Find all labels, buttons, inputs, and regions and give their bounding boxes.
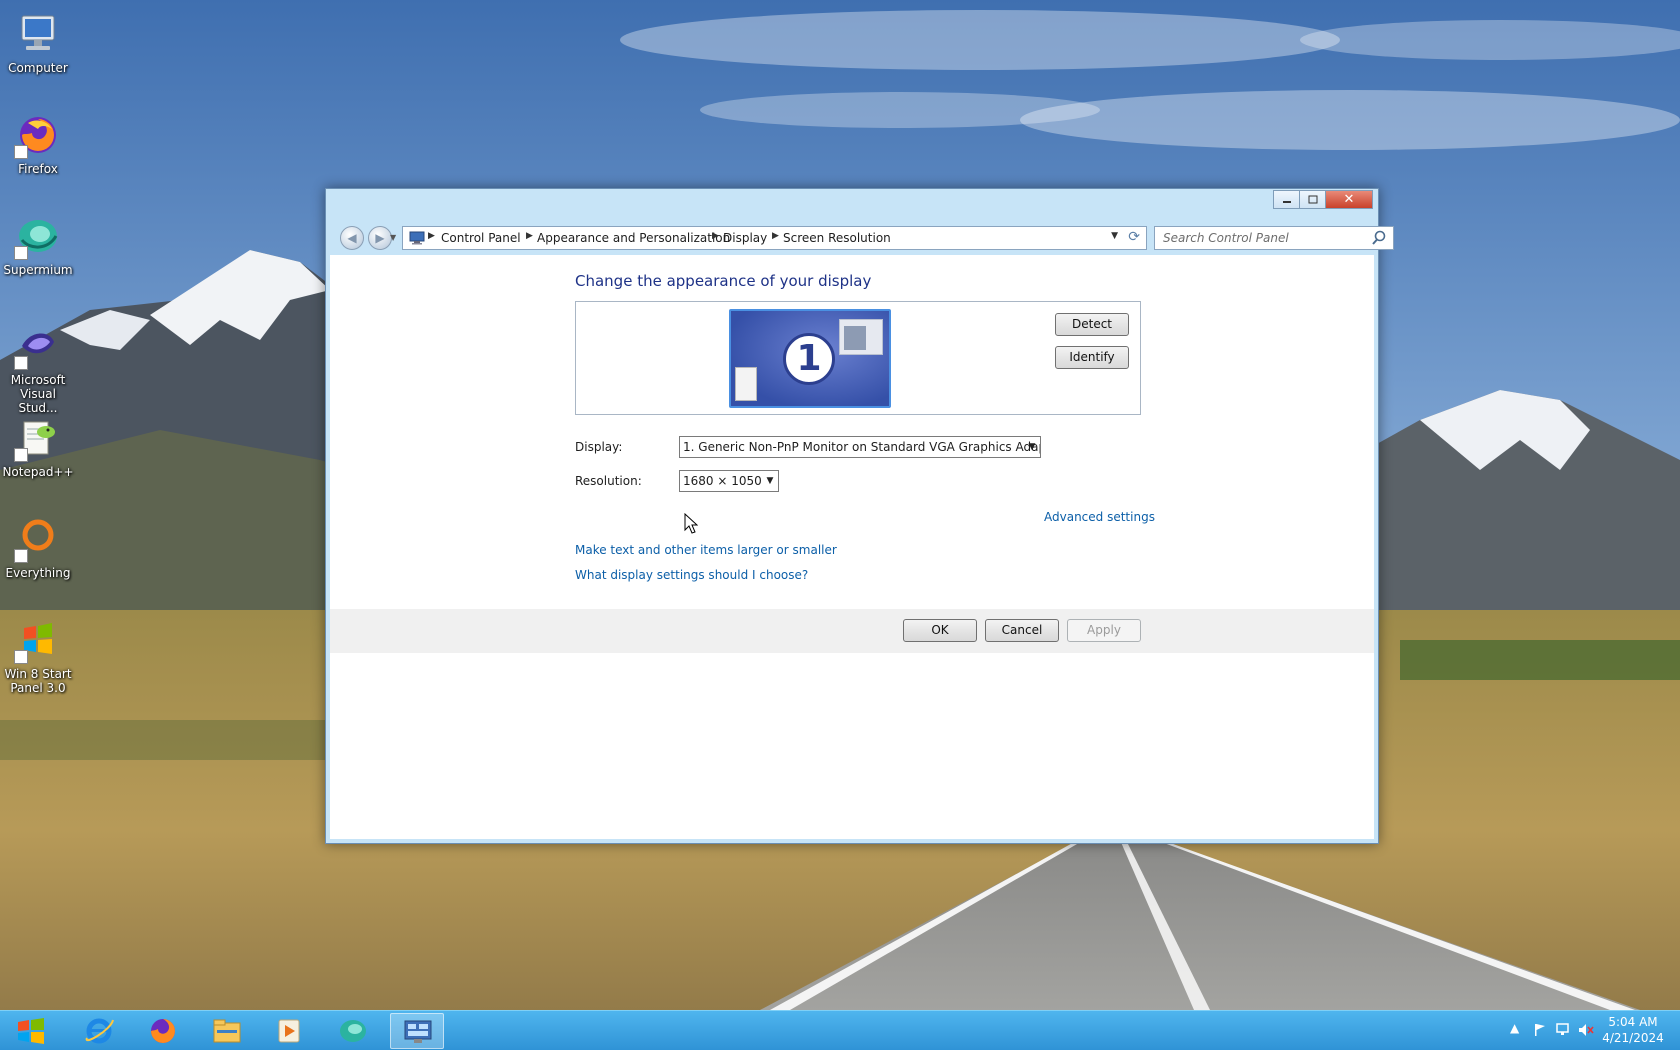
volume-muted-icon[interactable] bbox=[1578, 1023, 1594, 1037]
media-player-icon bbox=[278, 1019, 300, 1043]
address-bar[interactable]: ▶ Control Panel ▶ Appearance and Persona… bbox=[402, 226, 1147, 250]
breadcrumb-screen-resolution[interactable]: Screen Resolution bbox=[783, 231, 891, 245]
breadcrumb-separator: ▶ bbox=[428, 231, 435, 241]
start-button[interactable] bbox=[14, 1017, 48, 1045]
breadcrumb-separator: ▶ bbox=[526, 231, 533, 241]
taskbar-control-panel[interactable] bbox=[390, 1013, 444, 1049]
shortcut-arrow-icon bbox=[14, 650, 28, 664]
mouse-cursor-icon bbox=[684, 513, 698, 534]
display-select-value: 1. Generic Non-PnP Monitor on Standard V… bbox=[683, 440, 1041, 454]
recent-pages-dropdown[interactable]: ▼ bbox=[390, 233, 396, 242]
restore-icon bbox=[1308, 195, 1317, 204]
maximize-button[interactable] bbox=[1299, 190, 1325, 209]
mini-document-icon bbox=[735, 367, 757, 401]
resolution-select-value: 1680 × 1050 bbox=[683, 474, 762, 488]
desktop-icon-label: Microsoft Visual Stud... bbox=[10, 373, 66, 415]
shortcut-arrow-icon bbox=[14, 145, 28, 159]
address-dropdown-icon[interactable]: ▼ bbox=[1111, 231, 1118, 241]
monitor-number-badge: 1 bbox=[783, 333, 835, 385]
apply-button[interactable]: Apply bbox=[1067, 619, 1141, 642]
back-button[interactable]: ◀ bbox=[340, 226, 364, 250]
search-icon[interactable] bbox=[1371, 230, 1387, 246]
cancel-button[interactable]: Cancel bbox=[985, 619, 1059, 642]
taskbar-supermium[interactable] bbox=[326, 1013, 380, 1049]
desktop-icon-label: Firefox bbox=[18, 162, 58, 176]
page-title: Change the appearance of your display bbox=[575, 272, 872, 290]
ok-button[interactable]: OK bbox=[903, 619, 977, 642]
screen-resolution-window: ✕ ◀ ▶ ▼ ▶ Control Panel ▶ Appearance and… bbox=[325, 188, 1394, 844]
desktop-icon-supermium[interactable]: Supermium bbox=[2, 208, 74, 294]
taskbar-internet-explorer[interactable] bbox=[72, 1013, 126, 1049]
forward-arrow-icon: ▶ bbox=[375, 231, 385, 245]
breadcrumb-separator: ▶ bbox=[712, 231, 719, 241]
monitor-preview-panel: 1 Detect Identify bbox=[575, 301, 1141, 415]
supermium-icon bbox=[340, 1020, 366, 1042]
desktop-icon-label: Notepad++ bbox=[2, 465, 74, 479]
system-clock[interactable]: 5:04 AM 4/21/2024 bbox=[1596, 1014, 1670, 1046]
shortcut-arrow-icon bbox=[14, 549, 28, 563]
shortcut-arrow-icon bbox=[14, 356, 28, 370]
desktop-icon-notepadpp[interactable]: Notepad++ bbox=[2, 410, 74, 496]
computer-icon bbox=[21, 15, 55, 50]
forward-button[interactable]: ▶ bbox=[368, 226, 392, 250]
text-size-link[interactable]: Make text and other items larger or smal… bbox=[575, 543, 837, 557]
action-center-flag-icon[interactable] bbox=[1533, 1023, 1547, 1037]
search-box[interactable]: Search Control Panel bbox=[1154, 226, 1394, 250]
mini-window-icon bbox=[839, 319, 883, 355]
minimize-icon bbox=[1282, 200, 1291, 203]
file-explorer-icon bbox=[213, 1019, 241, 1043]
internet-explorer-icon bbox=[85, 1018, 114, 1044]
control-panel-icon bbox=[409, 231, 425, 245]
desktop-icon-label: Everything bbox=[5, 566, 71, 580]
desktop-icon-visual-studio[interactable]: Microsoft Visual Stud... bbox=[2, 318, 74, 415]
advanced-settings-link[interactable]: Advanced settings bbox=[1044, 510, 1155, 524]
display-settings-help-link[interactable]: What display settings should I choose? bbox=[575, 568, 808, 582]
desktop-icon-label: Win 8 Start Panel 3.0 bbox=[4, 667, 72, 695]
display-select[interactable]: 1. Generic Non-PnP Monitor on Standard V… bbox=[679, 436, 1041, 458]
caption-buttons: ✕ bbox=[1273, 190, 1373, 209]
resolution-label: Resolution: bbox=[575, 474, 642, 488]
search-placeholder: Search Control Panel bbox=[1163, 231, 1289, 245]
navigation-bar: ◀ ▶ ▼ ▶ Control Panel ▶ Appearance and P… bbox=[330, 225, 1394, 253]
shortcut-arrow-icon bbox=[14, 448, 28, 462]
desktop-icon-firefox[interactable]: Firefox bbox=[2, 107, 74, 193]
back-arrow-icon: ◀ bbox=[347, 231, 357, 245]
desktop-icon-label: Supermium bbox=[3, 263, 73, 277]
taskbar-file-explorer[interactable] bbox=[200, 1013, 254, 1049]
clock-date: 4/21/2024 bbox=[1602, 1031, 1664, 1045]
content-area: Change the appearance of your display 1 … bbox=[330, 255, 1374, 839]
network-icon[interactable] bbox=[1555, 1023, 1571, 1037]
chevron-down-icon: ▼ bbox=[1028, 442, 1036, 452]
close-button[interactable]: ✕ bbox=[1325, 190, 1373, 209]
chevron-down-icon: ▼ bbox=[766, 476, 774, 486]
desktop-icon-computer[interactable]: Computer bbox=[2, 6, 74, 92]
taskbar: ▲ 5:04 AM 4/21/2024 bbox=[0, 1010, 1680, 1050]
refresh-icon[interactable]: ⟳ bbox=[1128, 229, 1140, 245]
clock-time: 5:04 AM bbox=[1608, 1015, 1658, 1029]
breadcrumb-control-panel[interactable]: Control Panel bbox=[441, 231, 521, 245]
windows-logo-icon bbox=[18, 1018, 44, 1044]
firefox-icon bbox=[151, 1019, 175, 1043]
desktop-icon-win8-start-panel[interactable]: Win 8 Start Panel 3.0 bbox=[2, 612, 74, 698]
desktop-icon-everything[interactable]: Everything bbox=[2, 511, 74, 597]
detect-button[interactable]: Detect bbox=[1055, 313, 1129, 336]
close-icon: ✕ bbox=[1343, 192, 1355, 207]
dialog-footer: OK Cancel Apply bbox=[330, 609, 1374, 653]
minimize-button[interactable] bbox=[1273, 190, 1299, 209]
monitor-1-preview[interactable]: 1 bbox=[729, 309, 891, 408]
breadcrumb-display[interactable]: Display bbox=[723, 231, 767, 245]
shortcut-arrow-icon bbox=[14, 246, 28, 260]
taskbar-media-player[interactable] bbox=[262, 1013, 316, 1049]
taskbar-firefox[interactable] bbox=[136, 1013, 190, 1049]
breadcrumb-separator: ▶ bbox=[772, 231, 779, 241]
breadcrumb-appearance[interactable]: Appearance and Personalization bbox=[537, 231, 730, 245]
display-label: Display: bbox=[575, 440, 623, 454]
resolution-select[interactable]: 1680 × 1050 ▼ bbox=[679, 470, 779, 492]
control-panel-icon bbox=[404, 1020, 432, 1043]
identify-button[interactable]: Identify bbox=[1055, 346, 1129, 369]
show-hidden-icons-button[interactable]: ▲ bbox=[1510, 1021, 1519, 1035]
desktop-icon-label: Computer bbox=[8, 61, 68, 75]
